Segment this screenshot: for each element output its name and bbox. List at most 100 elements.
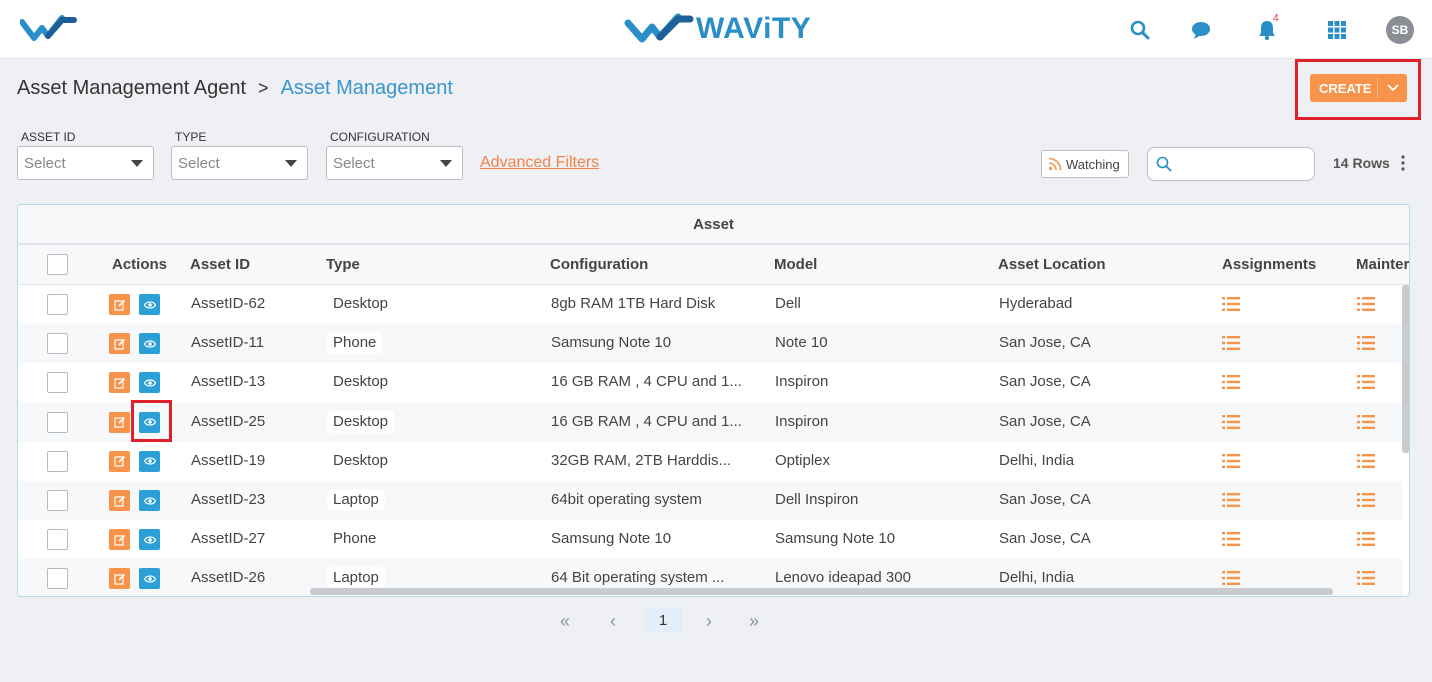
view-icon[interactable]	[139, 333, 160, 355]
cell-asset-id: AssetID-13	[191, 373, 266, 391]
breadcrumb-root[interactable]: Asset Management Agent	[17, 77, 246, 100]
cell-asset-id: AssetID-27	[191, 530, 266, 548]
filter-label: TYPE	[175, 130, 207, 144]
assignments-list-icon[interactable]	[1222, 570, 1240, 586]
create-button[interactable]: CREATE	[1310, 74, 1407, 102]
view-icon[interactable]	[139, 294, 160, 315]
cell-type: Phone	[327, 528, 383, 551]
maintenance-list-icon[interactable]	[1357, 296, 1375, 312]
advanced-filters-link[interactable]: Advanced Filters	[480, 154, 599, 172]
column-header-assignments[interactable]: Assignments	[1222, 256, 1316, 273]
edit-icon[interactable]	[109, 529, 130, 551]
column-header-model[interactable]: Model	[774, 256, 817, 273]
column-header-asset-id[interactable]: Asset ID	[190, 256, 250, 273]
prev-page-button[interactable]: ‹	[610, 609, 616, 633]
horizontal-scrollbar[interactable]	[310, 588, 1333, 595]
maintenance-list-icon[interactable]	[1357, 531, 1375, 547]
configuration-select[interactable]: Select	[326, 146, 463, 180]
row-checkbox[interactable]	[47, 411, 68, 433]
cell-model: Lenovo ideapad 300	[775, 569, 911, 587]
cell-configuration: 64bit operating system	[551, 491, 702, 508]
cell-model: Optiplex	[775, 451, 831, 469]
edit-icon[interactable]	[109, 294, 130, 315]
assignments-list-icon[interactable]	[1222, 335, 1240, 351]
chat-icon[interactable]	[1189, 18, 1213, 42]
edit-icon[interactable]	[109, 450, 130, 472]
view-icon[interactable]	[139, 529, 160, 551]
more-options-icon[interactable]	[1398, 154, 1408, 172]
watching-button[interactable]: Watching	[1041, 150, 1129, 178]
asset-id-select[interactable]: Select	[17, 146, 154, 180]
assignments-list-icon[interactable]	[1222, 531, 1240, 547]
column-header-actions: Actions	[112, 256, 168, 273]
row-checkbox[interactable]	[47, 568, 68, 590]
table-row[interactable]: AssetID-13 Desktop 16 GB RAM , 4 CPU and 1…	[18, 363, 1403, 402]
row-checkbox[interactable]	[47, 333, 68, 355]
apps-grid-icon[interactable]	[1325, 18, 1349, 42]
view-icon[interactable]	[139, 568, 160, 590]
caret-down-icon	[440, 160, 452, 167]
view-icon[interactable]	[139, 490, 160, 511]
filter-configuration: CONFIGURATION Select	[326, 130, 463, 180]
maintenance-list-icon[interactable]	[1357, 335, 1375, 351]
assignments-list-icon[interactable]	[1222, 453, 1240, 469]
assignments-list-icon[interactable]	[1222, 414, 1240, 430]
row-checkbox[interactable]	[47, 294, 68, 315]
cell-type: Phone	[327, 332, 383, 355]
search-input[interactable]	[1176, 148, 1306, 178]
row-count: 14 Rows	[1333, 155, 1390, 171]
maintenance-list-icon[interactable]	[1357, 374, 1375, 390]
edit-icon[interactable]	[109, 490, 130, 511]
maintenance-list-icon[interactable]	[1357, 570, 1375, 586]
cell-type: Laptop	[327, 567, 385, 590]
type-select[interactable]: Select	[171, 146, 308, 180]
assignments-list-icon[interactable]	[1222, 374, 1240, 390]
cell-type: Desktop	[327, 293, 395, 315]
edit-icon[interactable]	[109, 411, 130, 433]
last-page-button[interactable]: »	[749, 609, 759, 633]
column-header-maintenance[interactable]: Mainter	[1356, 256, 1409, 273]
column-header-type[interactable]: Type	[326, 256, 360, 273]
table-row[interactable]: AssetID-19 Desktop 32GB RAM, 2TB Harddis..…	[18, 442, 1403, 481]
view-icon[interactable]	[139, 372, 160, 394]
notification-count: 4	[1273, 13, 1279, 24]
table-row[interactable]: AssetID-23 Laptop 64bit operating system De…	[18, 481, 1403, 520]
next-page-button[interactable]: ›	[706, 609, 712, 633]
create-divider	[1377, 78, 1378, 98]
maintenance-list-icon[interactable]	[1357, 414, 1375, 430]
row-checkbox[interactable]	[47, 450, 68, 472]
first-page-button[interactable]: «	[560, 609, 570, 633]
group-header: Asset	[18, 205, 1409, 245]
row-checkbox[interactable]	[47, 490, 68, 511]
table-row[interactable]: AssetID-62 Desktop 8gb RAM 1TB Hard Disk De…	[18, 285, 1403, 324]
cell-configuration: 32GB RAM, 2TB Harddis...	[551, 451, 732, 469]
select-all-checkbox[interactable]	[47, 254, 68, 275]
maintenance-list-icon[interactable]	[1357, 453, 1375, 469]
assignments-list-icon[interactable]	[1222, 296, 1240, 312]
cell-configuration: Samsung Note 10	[551, 334, 672, 352]
row-checkbox[interactable]	[47, 372, 68, 394]
wavity-logo-icon[interactable]	[20, 14, 78, 44]
brand-logo: WAViTY	[624, 11, 811, 47]
view-icon[interactable]	[139, 450, 160, 472]
avatar[interactable]: SB	[1386, 16, 1414, 44]
current-page[interactable]: 1	[644, 607, 682, 633]
table-row[interactable]: AssetID-25 Desktop 16 GB RAM , 4 CPU and 1…	[18, 402, 1403, 442]
maintenance-list-icon[interactable]	[1357, 492, 1375, 508]
cell-model: Dell Inspiron	[775, 491, 859, 508]
edit-icon[interactable]	[109, 333, 130, 355]
vertical-scrollbar[interactable]	[1402, 285, 1409, 453]
search-icon[interactable]	[1128, 18, 1152, 42]
edit-icon[interactable]	[109, 568, 130, 590]
chevron-down-icon[interactable]	[1385, 80, 1401, 96]
row-checkbox[interactable]	[47, 529, 68, 551]
column-header-configuration[interactable]: Configuration	[550, 256, 648, 273]
cell-configuration: 16 GB RAM , 4 CPU and 1...	[551, 412, 742, 430]
select-placeholder: Select	[24, 154, 66, 172]
table-row[interactable]: AssetID-11 Phone Samsung Note 10 Note 10 San…	[18, 324, 1403, 364]
column-header-asset-location[interactable]: Asset Location	[998, 256, 1106, 273]
edit-icon[interactable]	[109, 372, 130, 394]
cell-location: Delhi, India	[999, 569, 1075, 587]
table-row[interactable]: AssetID-27 Phone Samsung Note 10 Samsung No…	[18, 520, 1403, 559]
assignments-list-icon[interactable]	[1222, 492, 1240, 508]
